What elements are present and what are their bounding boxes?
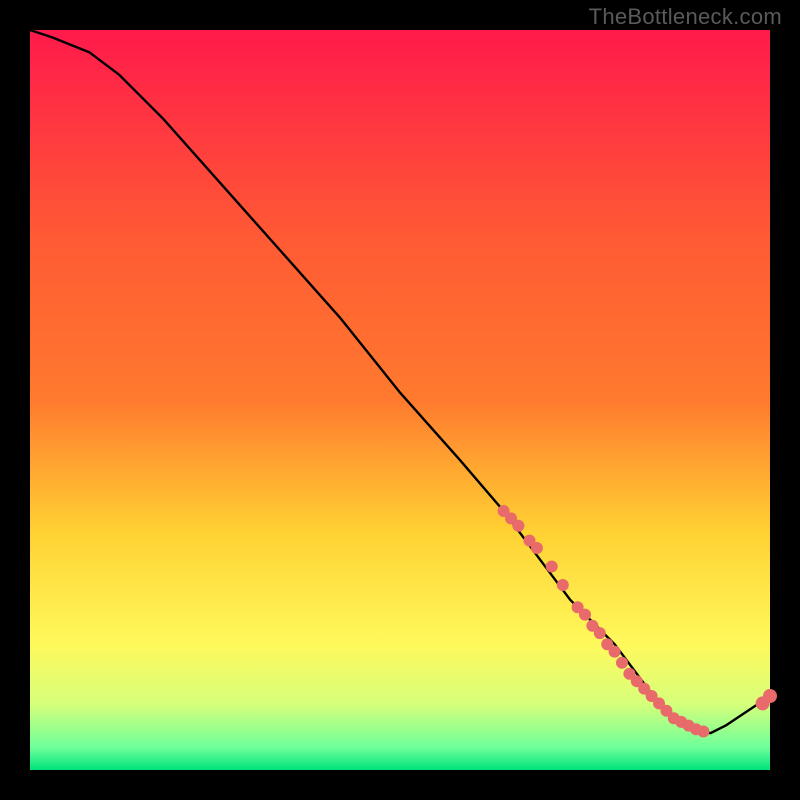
marker-dot: [763, 689, 777, 703]
marker-dot: [616, 657, 628, 669]
chart-svg: [0, 0, 800, 800]
chart-container: TheBottleneck.com: [0, 0, 800, 800]
plot-area: [30, 30, 770, 770]
marker-dot: [697, 726, 709, 738]
marker-dot: [609, 646, 621, 658]
marker-dot: [557, 579, 569, 591]
marker-dot: [512, 520, 524, 532]
marker-dot: [579, 609, 591, 621]
marker-dot: [531, 542, 543, 554]
marker-dot: [594, 627, 606, 639]
marker-dot: [546, 561, 558, 573]
watermark-label: TheBottleneck.com: [589, 4, 782, 30]
